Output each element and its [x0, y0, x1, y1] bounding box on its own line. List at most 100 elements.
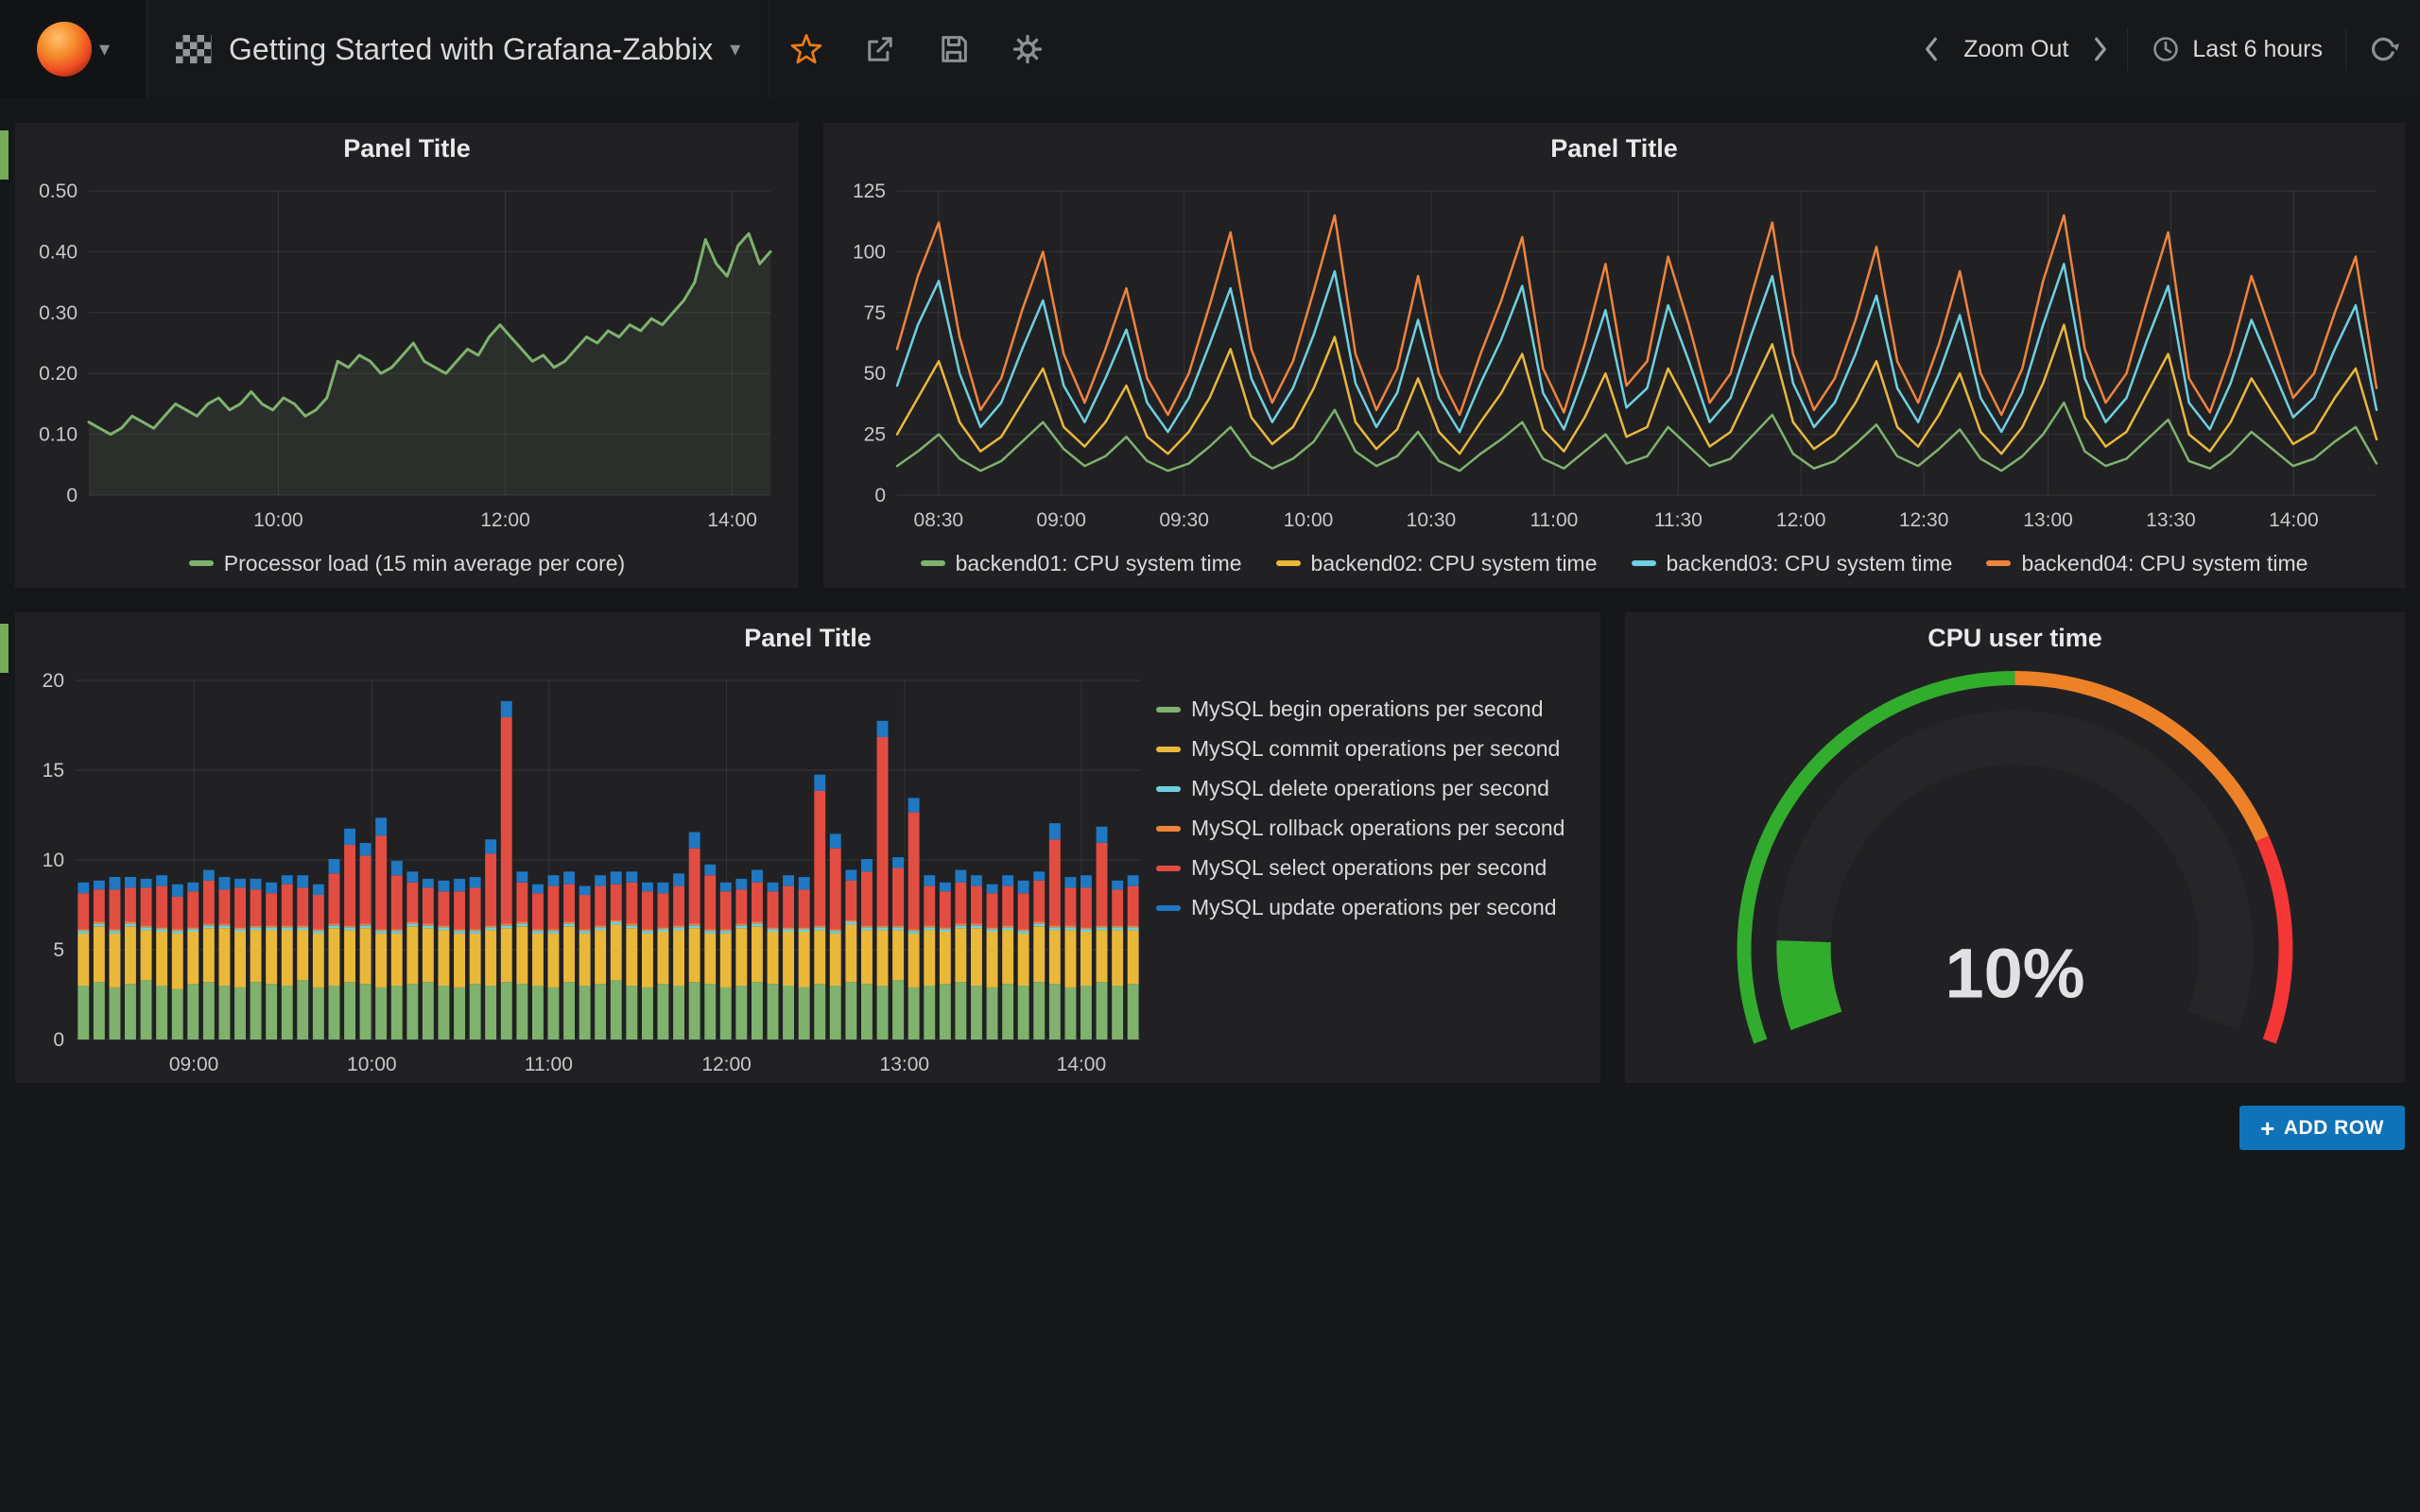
legend-label: backend01: CPU system time: [956, 551, 1242, 576]
save-icon: [937, 32, 971, 66]
svg-text:100: 100: [853, 241, 886, 263]
time-range-picker[interactable]: Last 6 hours: [2128, 0, 2345, 98]
svg-text:12:00: 12:00: [1776, 509, 1826, 531]
legend-item[interactable]: MySQL commit operations per second: [1156, 733, 1587, 765]
caret-down-icon: ▾: [99, 39, 110, 60]
plus-icon: +: [2260, 1116, 2275, 1141]
svg-text:5: 5: [53, 939, 64, 961]
dashboard-title: Getting Started with Grafana-Zabbix: [229, 32, 713, 67]
refresh-button[interactable]: [2346, 0, 2420, 98]
svg-text:50: 50: [864, 363, 886, 385]
svg-text:0.20: 0.20: [39, 363, 78, 385]
legend-item[interactable]: MySQL select operations per second: [1156, 852, 1587, 884]
legend-swatch: [1156, 866, 1181, 871]
grafana-main-menu[interactable]: ▾: [0, 0, 147, 98]
panel-mysql-operations: Panel Title 0510152009:0010:0011:0012:00…: [15, 612, 1600, 1083]
mysql-operations-graph[interactable]: 0510152009:0010:0011:0012:0013:0014:00: [15, 663, 1156, 1083]
legend-swatch: [1986, 560, 2011, 566]
row-collapse-handle[interactable]: [0, 624, 9, 673]
svg-text:10:00: 10:00: [253, 509, 303, 531]
gear-icon: [1011, 32, 1045, 66]
settings-button[interactable]: [991, 0, 1064, 98]
legend: Processor load (15 min average per core): [15, 539, 799, 588]
svg-text:12:30: 12:30: [1899, 509, 1949, 531]
svg-text:10%: 10%: [1945, 934, 2084, 1012]
svg-text:20: 20: [43, 670, 64, 692]
legend-item[interactable]: MySQL update operations per second: [1156, 892, 1587, 923]
dashboard-grid-icon: [176, 35, 212, 63]
svg-text:10:30: 10:30: [1407, 509, 1457, 531]
svg-text:0.30: 0.30: [39, 302, 78, 324]
legend-swatch: [1156, 786, 1181, 792]
cpu-system-time-graph[interactable]: 025507510012508:3009:0009:3010:0010:3011…: [823, 174, 2405, 539]
star-button[interactable]: [769, 0, 843, 98]
panel-title[interactable]: Panel Title: [15, 123, 799, 174]
svg-text:12:00: 12:00: [480, 509, 530, 531]
svg-text:0.10: 0.10: [39, 424, 78, 446]
legend-item[interactable]: Processor load (15 min average per core): [189, 551, 625, 576]
legend-swatch: [1156, 905, 1181, 911]
legend-label: backend04: CPU system time: [2021, 551, 2308, 576]
svg-text:10:00: 10:00: [347, 1054, 397, 1075]
legend-swatch: [1276, 560, 1301, 566]
legend-swatch: [1156, 747, 1181, 752]
caret-down-icon: ▾: [730, 39, 740, 60]
panel-cpu-system-time: Panel Title 025507510012508:3009:0009:30…: [823, 123, 2405, 588]
cpu-user-time-gauge[interactable]: 10%: [1625, 663, 2405, 1083]
dashboard-actions: [769, 0, 1064, 98]
svg-text:13:30: 13:30: [2146, 509, 2196, 531]
legend-item[interactable]: MySQL delete operations per second: [1156, 773, 1587, 804]
svg-text:14:00: 14:00: [2269, 509, 2319, 531]
legend-label: MySQL begin operations per second: [1191, 696, 1543, 722]
panel-title[interactable]: Panel Title: [15, 612, 1600, 663]
processor-load-graph[interactable]: 00.100.200.300.400.5010:0012:0014:00: [15, 174, 799, 539]
refresh-icon: [2367, 33, 2399, 65]
svg-text:14:00: 14:00: [707, 509, 757, 531]
star-icon: [789, 31, 823, 67]
dashboard-content: Panel Title 00.100.200.300.400.5010:0012…: [0, 123, 2420, 1150]
panel-cpu-user-time: CPU user time 10%: [1625, 612, 2405, 1083]
svg-text:125: 125: [853, 180, 886, 202]
share-button[interactable]: [843, 0, 917, 98]
time-shift-forward-button[interactable]: [2074, 0, 2127, 98]
svg-text:09:00: 09:00: [169, 1054, 219, 1075]
svg-text:10: 10: [43, 850, 64, 871]
zoom-out-button[interactable]: Zoom Out: [1958, 36, 2074, 63]
panel-title[interactable]: Panel Title: [823, 123, 2405, 174]
svg-text:0: 0: [874, 485, 886, 507]
legend-item[interactable]: backend03: CPU system time: [1632, 551, 1953, 576]
time-range-label: Last 6 hours: [2192, 36, 2323, 63]
legend-label: MySQL select operations per second: [1191, 855, 1547, 881]
svg-text:13:00: 13:00: [2023, 509, 2073, 531]
svg-text:0: 0: [66, 485, 78, 507]
legend-item[interactable]: backend02: CPU system time: [1276, 551, 1598, 576]
save-button[interactable]: [917, 0, 991, 98]
svg-text:11:00: 11:00: [1530, 509, 1578, 531]
svg-text:13:00: 13:00: [880, 1054, 930, 1075]
dashboard-picker[interactable]: Getting Started with Grafana-Zabbix ▾: [147, 0, 769, 98]
navbar: ▾ Getting Started with Grafana-Zabbix ▾: [0, 0, 2420, 98]
svg-text:25: 25: [864, 424, 886, 446]
legend-swatch: [1156, 707, 1181, 713]
legend-item[interactable]: MySQL begin operations per second: [1156, 694, 1587, 725]
time-controls: Zoom Out Last 6 hours: [1905, 0, 2420, 98]
legend: MySQL begin operations per second MySQL c…: [1156, 663, 1600, 1083]
add-row-label: ADD ROW: [2284, 1117, 2384, 1140]
clock-icon: [2151, 34, 2181, 64]
legend-item[interactable]: MySQL rollback operations per second: [1156, 813, 1587, 844]
row-collapse-handle[interactable]: [0, 130, 9, 180]
legend-item[interactable]: backend01: CPU system time: [921, 551, 1242, 576]
legend-item[interactable]: backend04: CPU system time: [1986, 551, 2308, 576]
svg-text:12:00: 12:00: [701, 1054, 752, 1075]
legend-label: MySQL rollback operations per second: [1191, 816, 1564, 841]
panel-title[interactable]: CPU user time: [1625, 612, 2405, 663]
chevron-right-icon: [2092, 36, 2109, 62]
svg-text:09:30: 09:30: [1159, 509, 1209, 531]
legend-label: MySQL commit operations per second: [1191, 736, 1560, 762]
svg-text:0: 0: [53, 1029, 64, 1051]
add-row-button[interactable]: + ADD ROW: [2239, 1106, 2405, 1150]
svg-text:14:00: 14:00: [1057, 1054, 1107, 1075]
svg-text:0.40: 0.40: [39, 241, 78, 263]
legend-label: MySQL delete operations per second: [1191, 776, 1549, 801]
time-shift-back-button[interactable]: [1905, 0, 1958, 98]
